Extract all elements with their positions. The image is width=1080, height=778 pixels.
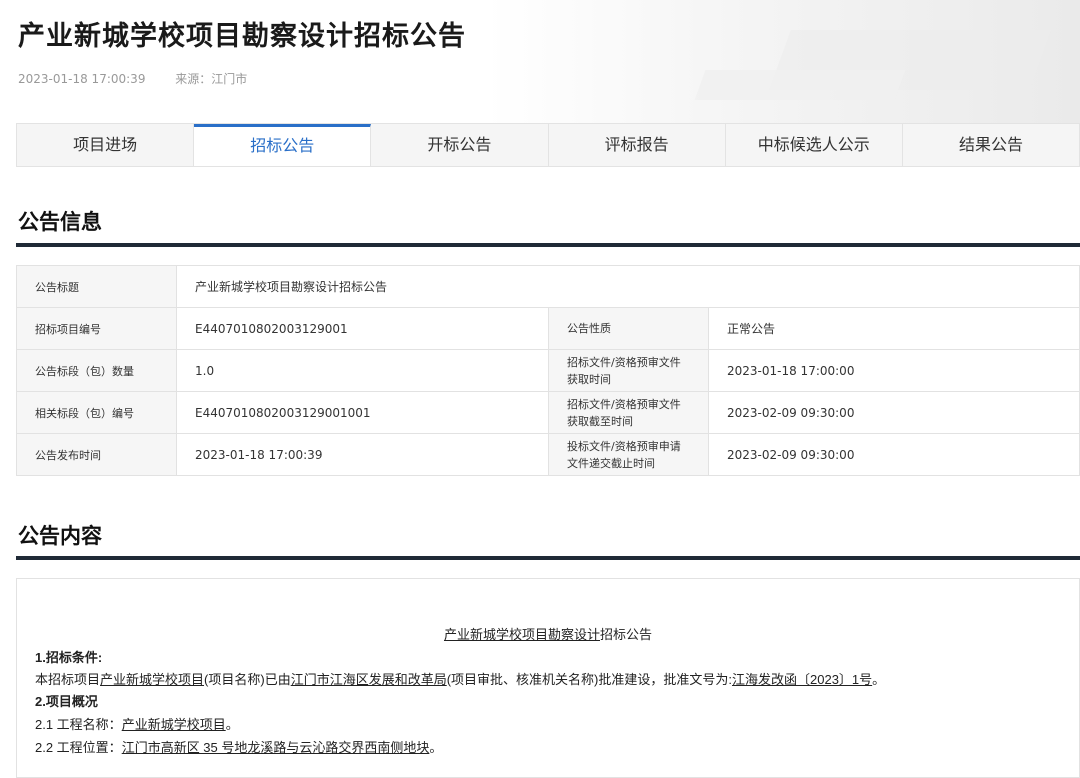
tab-bid-opening[interactable]: 开标公告 xyxy=(371,124,549,166)
tab-candidate-publicity[interactable]: 中标候选人公示 xyxy=(726,124,903,166)
line-project-name: 2.1 工程名称：产业新城学校项目。 xyxy=(35,714,239,733)
page-title: 产业新城学校项目勘察设计招标公告 xyxy=(18,21,466,52)
section-divider xyxy=(16,243,1080,247)
document-title-link[interactable]: 产业新城学校项目勘察设计 xyxy=(444,627,600,642)
key-line: 招标文件/资格预审文件 xyxy=(567,397,681,411)
approval-number-link[interactable]: 江海发改函〔2023〕1号 xyxy=(732,672,872,687)
text: 2.1 工程名称： xyxy=(35,717,122,732)
announcement-meta: 2023-01-18 17:00:39 来源：江门市 xyxy=(18,70,273,87)
document-title-suffix: 招标公告 xyxy=(600,627,653,642)
table-row: 公告发布时间 2023-01-18 17:00:39 投标文件/资格预审申请 文件… xyxy=(16,433,1080,476)
tab-result-notice[interactable]: 结果公告 xyxy=(903,124,1079,166)
cell-key: 招标项目编号 xyxy=(16,307,177,350)
key-line: 投标文件/资格预审申请 xyxy=(567,439,681,453)
text: 本招标项目 xyxy=(35,672,101,687)
announcement-content: 产业新城学校项目勘察设计招标公告 1.招标条件: 本招标项目产业新城学校项目(项… xyxy=(16,578,1080,778)
text: 2.2 工程位置： xyxy=(35,740,122,755)
line-project-location: 2.2 工程位置：江门市高新区 35 号地龙溪路与云沁路交界西南侧地块。 xyxy=(35,737,442,756)
table-row: 相关标段（包）编号 E4407010802003129001001 招标文件/资… xyxy=(16,391,1080,434)
section-title-info: 公告信息 xyxy=(18,210,102,234)
heading-bid-conditions: 1.招标条件: xyxy=(35,650,103,665)
tab-evaluation-report[interactable]: 评标报告 xyxy=(549,124,726,166)
table-row: 公告标题 产业新城学校项目勘察设计招标公告 xyxy=(16,265,1080,308)
project-location-link[interactable]: 江门市高新区 35 号地龙溪路与云沁路交界西南侧地块 xyxy=(122,740,430,755)
key-line: 获取时间 xyxy=(567,372,611,386)
tab-tender-notice[interactable]: 招标公告 xyxy=(194,124,372,166)
cell-value: 2023-02-09 09:30:00 xyxy=(708,433,1080,476)
key-line: 招标文件/资格预审文件 xyxy=(567,355,681,369)
section-divider xyxy=(16,556,1080,560)
announcement-info-table: 公告标题 产业新城学校项目勘察设计招标公告 招标项目编号 E4407010802… xyxy=(16,265,1080,476)
cell-key: 投标文件/资格预审申请 文件递交截止时间 xyxy=(548,433,709,476)
cell-value: 2023-01-18 17:00:39 xyxy=(176,433,549,476)
cell-key: 公告标段（包）数量 xyxy=(16,349,177,392)
cell-key: 公告发布时间 xyxy=(16,433,177,476)
document-title: 产业新城学校项目勘察设计招标公告 xyxy=(17,624,1079,643)
cell-value: 2023-01-18 17:00:00 xyxy=(708,349,1080,392)
approval-authority-link[interactable]: 江门市江海区发展和改革局 xyxy=(291,672,447,687)
key-line: 文件递交截止时间 xyxy=(567,456,655,470)
tab-project-entry[interactable]: 项目进场 xyxy=(17,124,195,166)
stage-tabs: 项目进场 招标公告 开标公告 评标报告 中标候选人公示 结果公告 xyxy=(16,123,1080,167)
cell-key: 招标文件/资格预审文件 获取截至时间 xyxy=(548,391,709,434)
key-line: 获取截至时间 xyxy=(567,414,633,428)
section-title-content: 公告内容 xyxy=(18,524,102,548)
cell-value: 正常公告 xyxy=(708,307,1080,350)
heading-project-overview: 2.项目概况 xyxy=(35,694,98,709)
cell-key: 招标文件/资格预审文件 获取时间 xyxy=(548,349,709,392)
cell-value: 产业新城学校项目勘察设计招标公告 xyxy=(176,265,1080,308)
text: (项目审批、核准机关名称)批准建设，批准文号为: xyxy=(446,672,732,687)
cell-value: 2023-02-09 09:30:00 xyxy=(708,391,1080,434)
text: 。 xyxy=(429,740,443,755)
table-row: 公告标段（包）数量 1.0 招标文件/资格预审文件 获取时间 2023-01-18… xyxy=(16,349,1080,392)
cell-key: 公告性质 xyxy=(548,307,709,350)
text: 。 xyxy=(225,717,239,732)
text: (项目名称)已由 xyxy=(204,672,291,687)
publish-date: 2023-01-18 17:00:39 xyxy=(18,72,146,86)
cell-key: 相关标段（包）编号 xyxy=(16,391,177,434)
cell-value: 1.0 xyxy=(176,349,549,392)
text: 。 xyxy=(872,672,886,687)
project-name-link[interactable]: 产业新城学校项目 xyxy=(100,672,204,687)
cell-key: 公告标题 xyxy=(16,265,177,308)
project-name-link[interactable]: 产业新城学校项目 xyxy=(122,717,226,732)
cell-value: E4407010802003129001001 xyxy=(176,391,549,434)
table-row: 招标项目编号 E4407010802003129001 公告性质 正常公告 xyxy=(16,307,1080,350)
source-label: 来源：江门市 xyxy=(175,72,248,86)
paragraph-bid-conditions: 本招标项目产业新城学校项目(项目名称)已由江门市江海区发展和改革局(项目审批、核… xyxy=(35,669,885,688)
banner-decoration xyxy=(694,70,906,100)
cell-value: E4407010802003129001 xyxy=(176,307,549,350)
